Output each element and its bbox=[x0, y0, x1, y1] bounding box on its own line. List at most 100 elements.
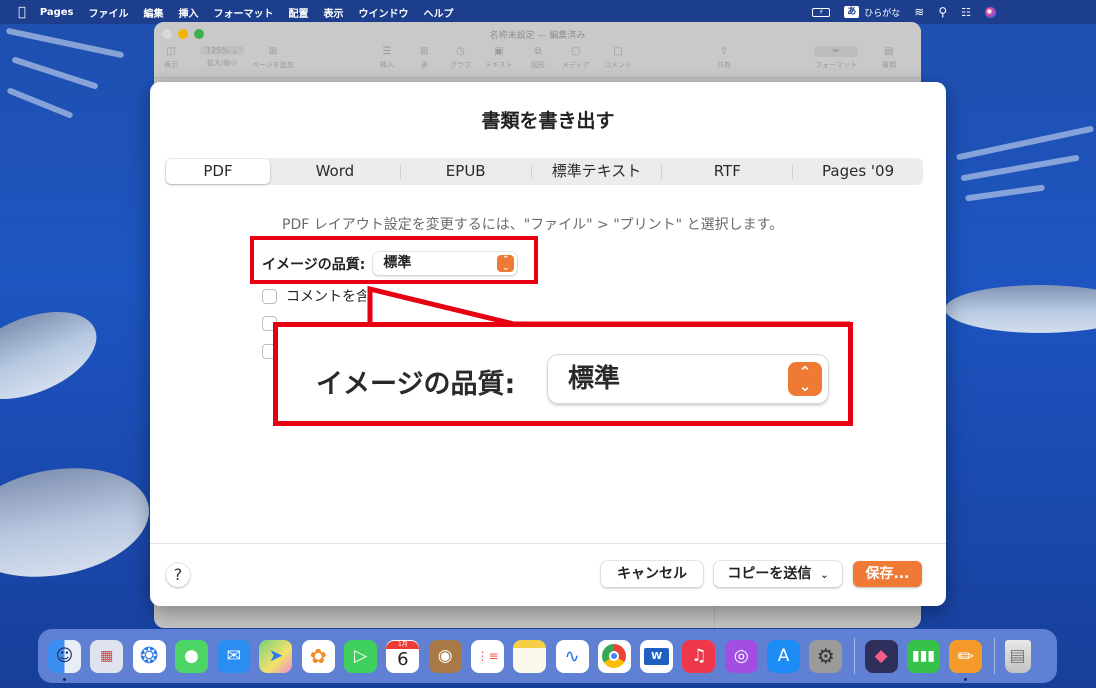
toolbar-text[interactable]: ▣ テキスト bbox=[485, 46, 513, 70]
dock: ☺ ▦ ❂ ● ✉ ➤ ✿ ▷ 1月 6 ◉ ⋮≡ ∿ W ♫ ◎ A ⚙ ◆ … bbox=[38, 629, 1057, 683]
launchpad-icon[interactable]: ▦ bbox=[90, 639, 124, 673]
chevron-up-down-icon: ⌃ ⌄ bbox=[788, 362, 822, 396]
wallpaper-streak bbox=[964, 184, 1046, 202]
toolbar-add-page[interactable]: ⊞ ページを追加 bbox=[252, 46, 294, 70]
facetime-icon[interactable]: ▷ bbox=[344, 639, 378, 673]
toolbar-table[interactable]: ⊞ 表 bbox=[420, 46, 428, 70]
menu-view[interactable]: 表示 bbox=[324, 5, 344, 20]
calendar-icon[interactable]: 1月 6 bbox=[386, 639, 420, 673]
app-store-icon[interactable]: A bbox=[767, 639, 801, 673]
chrome-icon[interactable] bbox=[597, 639, 631, 673]
trash-icon[interactable]: ▤ bbox=[1004, 639, 1031, 673]
save-button[interactable]: 保存... bbox=[853, 561, 922, 587]
menu-app-name[interactable]: Pages bbox=[40, 7, 74, 18]
battery-charging-icon[interactable]: ⚡ bbox=[812, 7, 831, 17]
maps-icon[interactable]: ➤ bbox=[259, 639, 293, 673]
menu-edit[interactable]: 編集 bbox=[144, 5, 164, 20]
toolbar-shape[interactable]: ⧉ 図形 bbox=[531, 46, 545, 70]
calendar-day: 6 bbox=[397, 649, 409, 670]
tab-pdf[interactable]: PDF bbox=[166, 159, 270, 184]
messages-icon[interactable]: ● bbox=[174, 639, 208, 673]
toolbar-share[interactable]: ⇧ 共有 bbox=[717, 46, 731, 70]
toolbar-chart[interactable]: ◷ グラフ bbox=[450, 46, 471, 70]
cancel-button[interactable]: キャンセル bbox=[601, 561, 703, 587]
menu-insert[interactable]: 挿入 bbox=[179, 5, 199, 20]
wifi-icon[interactable]: ≋ bbox=[914, 5, 924, 19]
menu-format[interactable]: フォーマット bbox=[214, 5, 274, 20]
music-icon[interactable]: ♫ bbox=[682, 639, 716, 673]
text-icon: ▣ bbox=[494, 46, 504, 57]
pages-icon[interactable]: ✏ bbox=[949, 639, 983, 681]
tab-epub[interactable]: EPUB bbox=[401, 159, 531, 184]
mail-icon[interactable]: ✉ bbox=[217, 639, 251, 673]
wallpaper-dolphin bbox=[0, 454, 158, 591]
menu-help[interactable]: ヘルプ bbox=[424, 5, 454, 20]
chart-icon: ◷ bbox=[456, 46, 465, 57]
wallpaper-streak bbox=[11, 56, 99, 90]
format-tabs: PDF Word EPUB 標準テキスト RTF Pages '09 bbox=[165, 158, 923, 185]
toolbar-insert[interactable]: ☰ 挿入 bbox=[380, 46, 394, 70]
toolbar-zoom[interactable]: 125% ⌄ 拡大/縮小 bbox=[200, 46, 245, 68]
sidebar-icon: ◫ bbox=[166, 46, 176, 57]
status-area: ⚡ あ ひらがな ≋ ⚲ ☷ bbox=[812, 0, 996, 24]
wallpaper-dolphin bbox=[0, 294, 109, 417]
toolbar-format[interactable]: ✒ フォーマット bbox=[814, 46, 859, 70]
tab-plain-text[interactable]: 標準テキスト bbox=[532, 159, 662, 184]
freeform-icon[interactable]: ∿ bbox=[555, 639, 589, 673]
menu-window[interactable]: ウインドウ bbox=[359, 5, 409, 20]
reminders-icon[interactable]: ⋮≡ bbox=[470, 639, 504, 673]
send-copy-button[interactable]: コピーを送信 ⌄ bbox=[714, 561, 842, 587]
tab-rtf[interactable]: RTF bbox=[662, 159, 792, 184]
toolbar-document[interactable]: ▤ 書類 bbox=[882, 46, 896, 70]
toolbar-view[interactable]: ◫ 表示 bbox=[164, 46, 178, 70]
insert-icon: ☰ bbox=[382, 46, 392, 57]
word-icon[interactable]: W bbox=[640, 639, 674, 673]
numbers-icon[interactable]: ▮▮▮ bbox=[906, 639, 940, 673]
media-icon: ▢ bbox=[571, 46, 581, 57]
table-icon: ⊞ bbox=[420, 46, 429, 57]
running-indicator bbox=[964, 677, 968, 681]
include-comments-checkbox[interactable]: コメントを含 bbox=[262, 286, 370, 306]
tab-word[interactable]: Word bbox=[270, 159, 400, 184]
document-icon: ▤ bbox=[884, 46, 894, 57]
system-settings-icon[interactable]: ⚙ bbox=[809, 639, 843, 673]
share-icon: ⇧ bbox=[719, 46, 729, 57]
wallpaper-streak bbox=[5, 27, 125, 59]
podcasts-icon[interactable]: ◎ bbox=[724, 639, 758, 673]
ime-label: ひらがな bbox=[864, 8, 901, 19]
wallpaper-dolphin bbox=[945, 285, 1096, 333]
checkbox[interactable] bbox=[262, 288, 277, 304]
checkbox-label: コメントを含 bbox=[286, 289, 370, 305]
running-indicator bbox=[63, 677, 66, 681]
highlight-box bbox=[250, 236, 538, 284]
menu-bar:  Pages ファイル 編集 挿入 フォーマット 配置 表示 ウインドウ ヘル… bbox=[0, 0, 1096, 24]
chevron-down-icon: ⌄ bbox=[820, 570, 829, 581]
input-method-menu[interactable]: あ ひらがな bbox=[844, 6, 900, 19]
photos-icon[interactable]: ✿ bbox=[301, 639, 335, 673]
sidebar-divider bbox=[714, 605, 715, 628]
zoom-dropdown[interactable]: 125% ⌄ bbox=[200, 46, 245, 55]
siri-icon[interactable] bbox=[985, 6, 996, 18]
toolbar-media[interactable]: ▢ メディア bbox=[562, 46, 590, 70]
control-center-icon[interactable]: ☷ bbox=[961, 6, 971, 19]
wallpaper-streak bbox=[6, 87, 74, 119]
spotlight-search-icon[interactable]: ⚲ bbox=[938, 5, 947, 19]
zoomed-callout: イメージの品質: 標準 ⌃ ⌄ bbox=[273, 322, 853, 426]
finder-icon[interactable]: ☺ bbox=[48, 639, 81, 681]
tab-pages-09[interactable]: Pages '09 bbox=[793, 159, 923, 184]
add-page-icon: ⊞ bbox=[268, 46, 278, 57]
notes-icon[interactable] bbox=[513, 639, 547, 673]
contacts-icon[interactable]: ◉ bbox=[428, 639, 462, 673]
apple-logo-icon[interactable]:  bbox=[18, 5, 26, 20]
calendar-month: 1月 bbox=[386, 641, 420, 649]
dock-separator bbox=[993, 638, 995, 674]
menu-file[interactable]: ファイル bbox=[89, 5, 129, 20]
safari-icon[interactable]: ❂ bbox=[132, 639, 166, 673]
zoomed-image-quality-popup: 標準 ⌃ ⌄ bbox=[548, 355, 828, 403]
shortcuts-icon[interactable]: ◆ bbox=[864, 639, 898, 673]
toolbar-comment[interactable]: □ コメント bbox=[604, 46, 632, 70]
help-button[interactable]: ? bbox=[166, 563, 190, 587]
ime-badge: あ bbox=[844, 6, 860, 18]
shape-icon: ⧉ bbox=[534, 46, 542, 57]
menu-arrange[interactable]: 配置 bbox=[289, 5, 309, 20]
